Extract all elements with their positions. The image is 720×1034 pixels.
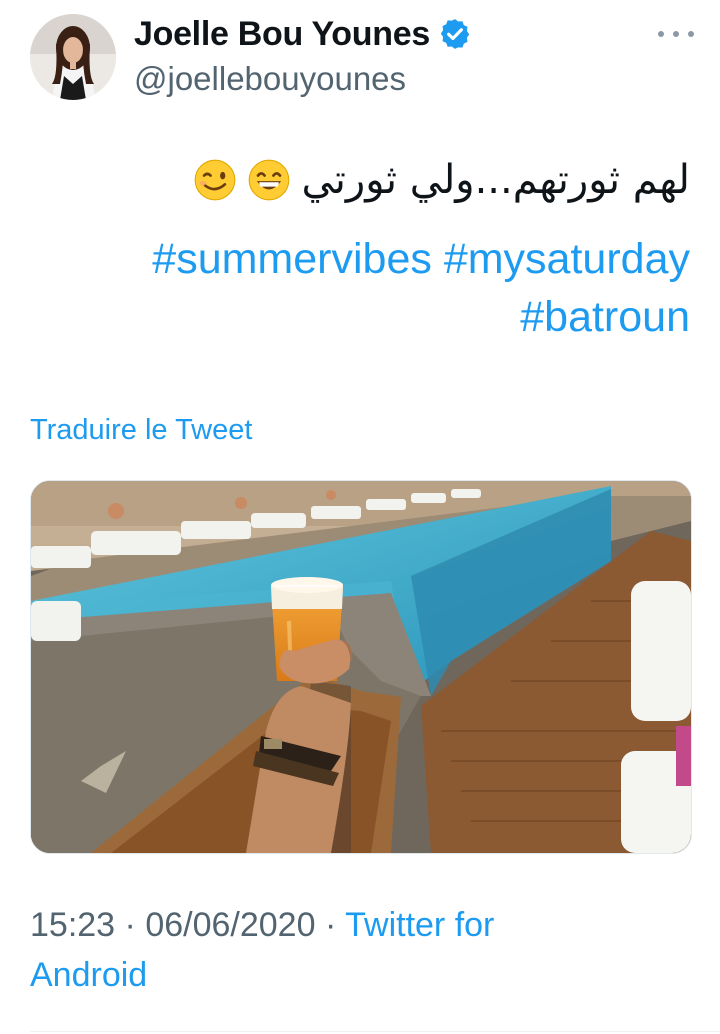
- source-line-1: Twitter for: [345, 906, 495, 944]
- dot: [673, 31, 679, 37]
- grinning-face-with-smiling-eyes-emoji: [247, 158, 291, 202]
- tweet-text: لهم ثورتهم...ولي ثورتي #summervibes #mys…: [30, 150, 690, 346]
- winking-face-emoji: [193, 158, 237, 202]
- avatar-image: [30, 14, 116, 100]
- hashtag-link[interactable]: #mysaturday: [444, 235, 690, 283]
- tweet-time[interactable]: 15:23: [30, 906, 115, 944]
- display-name[interactable]: Joelle Bou Younes: [134, 15, 430, 54]
- avatar[interactable]: [30, 14, 116, 100]
- more-options-icon[interactable]: [658, 24, 694, 44]
- hashtags: #summervibes #mysaturday #batroun: [30, 230, 690, 346]
- meta-separator: ·: [124, 906, 136, 944]
- verified-badge-icon: [438, 17, 472, 51]
- source-line-2: Android: [30, 956, 148, 994]
- dot: [688, 31, 694, 37]
- hashtag-line: #batroun: [30, 288, 690, 346]
- meta-separator: ·: [324, 906, 337, 944]
- divider: [30, 1031, 720, 1032]
- translate-tweet-link[interactable]: Traduire le Tweet: [30, 414, 252, 447]
- dot: [658, 31, 664, 37]
- hashtag-link[interactable]: #batroun: [520, 293, 690, 341]
- tweet-media-photo[interactable]: [30, 480, 692, 854]
- hashtag-line: #summervibes #mysaturday: [30, 230, 690, 288]
- user-handle[interactable]: @joellebouyounes: [134, 60, 472, 98]
- pool-photo-with-beer-image: [31, 481, 691, 853]
- tweet-date[interactable]: 06/06/2020: [145, 906, 315, 944]
- display-name-row: Joelle Bou Younes: [134, 12, 472, 56]
- arabic-text-line: لهم ثورتهم...ولي ثورتي: [30, 150, 690, 210]
- tweet-header: Joelle Bou Younes @joellebouyounes: [28, 12, 700, 112]
- author-names: Joelle Bou Younes @joellebouyounes: [134, 12, 472, 98]
- arabic-text: لهم ثورتهم...ولي ثورتي: [301, 157, 690, 203]
- hashtag-link[interactable]: #summervibes: [152, 235, 432, 283]
- tweet-meta: 15:23 · 06/06/2020 · Twitter for Android: [30, 900, 690, 1000]
